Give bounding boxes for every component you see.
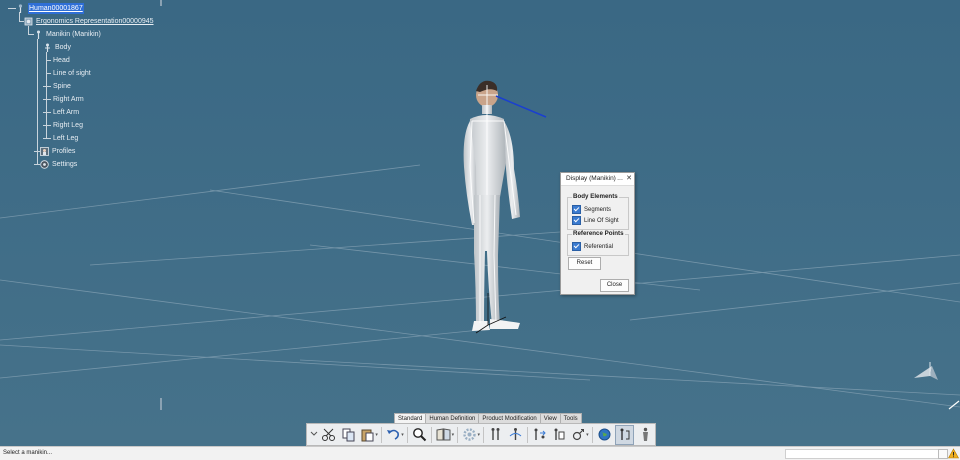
workbench-tabs: Standard Human Definition Product Modifi…	[394, 413, 582, 424]
manikin-copy-icon[interactable]	[550, 426, 567, 444]
toolbar-expand-icon[interactable]	[310, 426, 318, 444]
undo-icon[interactable]	[385, 426, 402, 444]
dialog-titlebar[interactable]: Display (Manikin) ... ✕	[561, 173, 634, 186]
minimize-icon[interactable]: ...	[616, 173, 624, 185]
warning-icon[interactable]	[948, 448, 959, 459]
dialog-title: Display (Manikin)	[566, 175, 616, 182]
tree-body-label[interactable]: Body	[55, 42, 71, 53]
gender-icon[interactable]	[570, 426, 587, 444]
body-elements-title: Body Elements	[572, 193, 619, 200]
ergonomics-icon	[24, 17, 33, 26]
manikin-figure[interactable]	[440, 75, 560, 340]
checkbox-checked-icon[interactable]	[572, 205, 581, 214]
action-toolbar: ▾ ▾ ▾ ▾ ▾	[306, 423, 656, 446]
tree-manikin-label[interactable]: Manikin (Manikin)	[46, 29, 101, 40]
standing-manikin-icon[interactable]	[636, 426, 653, 444]
manikin-reach-icon[interactable]	[506, 426, 523, 444]
toolbar-separator	[457, 426, 459, 443]
reference-points-group: Reference Points Referential	[567, 230, 629, 256]
tree-right-arm[interactable]: Right Arm	[53, 94, 84, 105]
toolbar-separator	[483, 426, 484, 443]
segments-checkbox[interactable]: Segments	[572, 205, 611, 214]
compass-icon[interactable]	[910, 360, 940, 384]
cut-icon[interactable]	[320, 426, 337, 444]
command-box-icon[interactable]	[938, 449, 948, 459]
tree-right-leg[interactable]: Right Leg	[53, 120, 83, 131]
toolbar-separator	[526, 426, 528, 443]
tree-root-label[interactable]: Human00001867	[28, 3, 84, 14]
checkbox-checked-icon[interactable]	[572, 216, 581, 225]
tree-root[interactable]: Human00001867	[16, 3, 84, 14]
line-of-sight-checkbox[interactable]: Line Of Sight	[572, 216, 619, 225]
tree-spine[interactable]: Spine	[53, 81, 71, 92]
catalog-icon[interactable]	[435, 426, 452, 444]
manikin-icon	[34, 30, 43, 39]
tree-profiles[interactable]: Profiles	[40, 146, 75, 157]
zoom-icon[interactable]	[411, 426, 428, 444]
display-manikin-dialog[interactable]: Display (Manikin) ... ✕ Body Elements Se…	[560, 172, 635, 295]
tree-settings[interactable]: Settings	[40, 159, 77, 170]
profiles-icon	[40, 147, 49, 156]
settings-gear-tree-icon	[40, 160, 49, 169]
toolbar-separator	[591, 426, 593, 443]
resize-arrow-icon	[948, 400, 960, 410]
reference-points-title: Reference Points	[572, 230, 625, 237]
toolbar-separator	[406, 426, 408, 443]
copy-icon[interactable]	[339, 426, 356, 444]
status-message: Select a manikin...	[3, 450, 53, 456]
3d-viewport[interactable]	[0, 0, 960, 446]
manikin-display-icon[interactable]	[615, 424, 635, 445]
viewport-marker-top	[160, 0, 162, 6]
paste-icon[interactable]	[359, 426, 376, 444]
toolbar-separator	[431, 426, 433, 443]
globe-icon[interactable]	[596, 426, 613, 444]
toolbar-separator	[380, 426, 382, 443]
viewport-marker	[160, 398, 162, 410]
tree-manikin[interactable]: Manikin (Manikin)	[34, 29, 101, 40]
close-icon[interactable]: ✕	[625, 173, 633, 185]
close-button[interactable]: Close	[600, 279, 629, 292]
manikin-posture-icon[interactable]	[487, 426, 504, 444]
body-icon	[43, 43, 52, 52]
tree-line-of-sight[interactable]: Line of sight	[53, 68, 91, 79]
tree-head[interactable]: Head	[53, 55, 70, 66]
checkbox-checked-icon[interactable]	[572, 242, 581, 251]
status-bar: Select a manikin...	[0, 446, 960, 460]
tree-left-leg[interactable]: Left Leg	[53, 133, 78, 144]
reset-button[interactable]: Reset	[568, 257, 601, 270]
manikin-root-icon	[16, 4, 25, 13]
manikin-swap-icon[interactable]	[531, 426, 548, 444]
tree-ergonomics-label[interactable]: Ergonomics Representation00000945	[36, 16, 154, 27]
referential-checkbox[interactable]: Referential	[572, 242, 613, 251]
body-elements-group: Body Elements Segments Line Of Sight	[567, 193, 629, 230]
tree-left-arm[interactable]: Left Arm	[53, 107, 79, 118]
tree-ergonomics[interactable]: Ergonomics Representation00000945	[24, 16, 154, 27]
command-input[interactable]	[785, 449, 939, 459]
tree-body[interactable]: Body	[43, 42, 71, 53]
settings-gear-icon[interactable]	[461, 426, 478, 444]
